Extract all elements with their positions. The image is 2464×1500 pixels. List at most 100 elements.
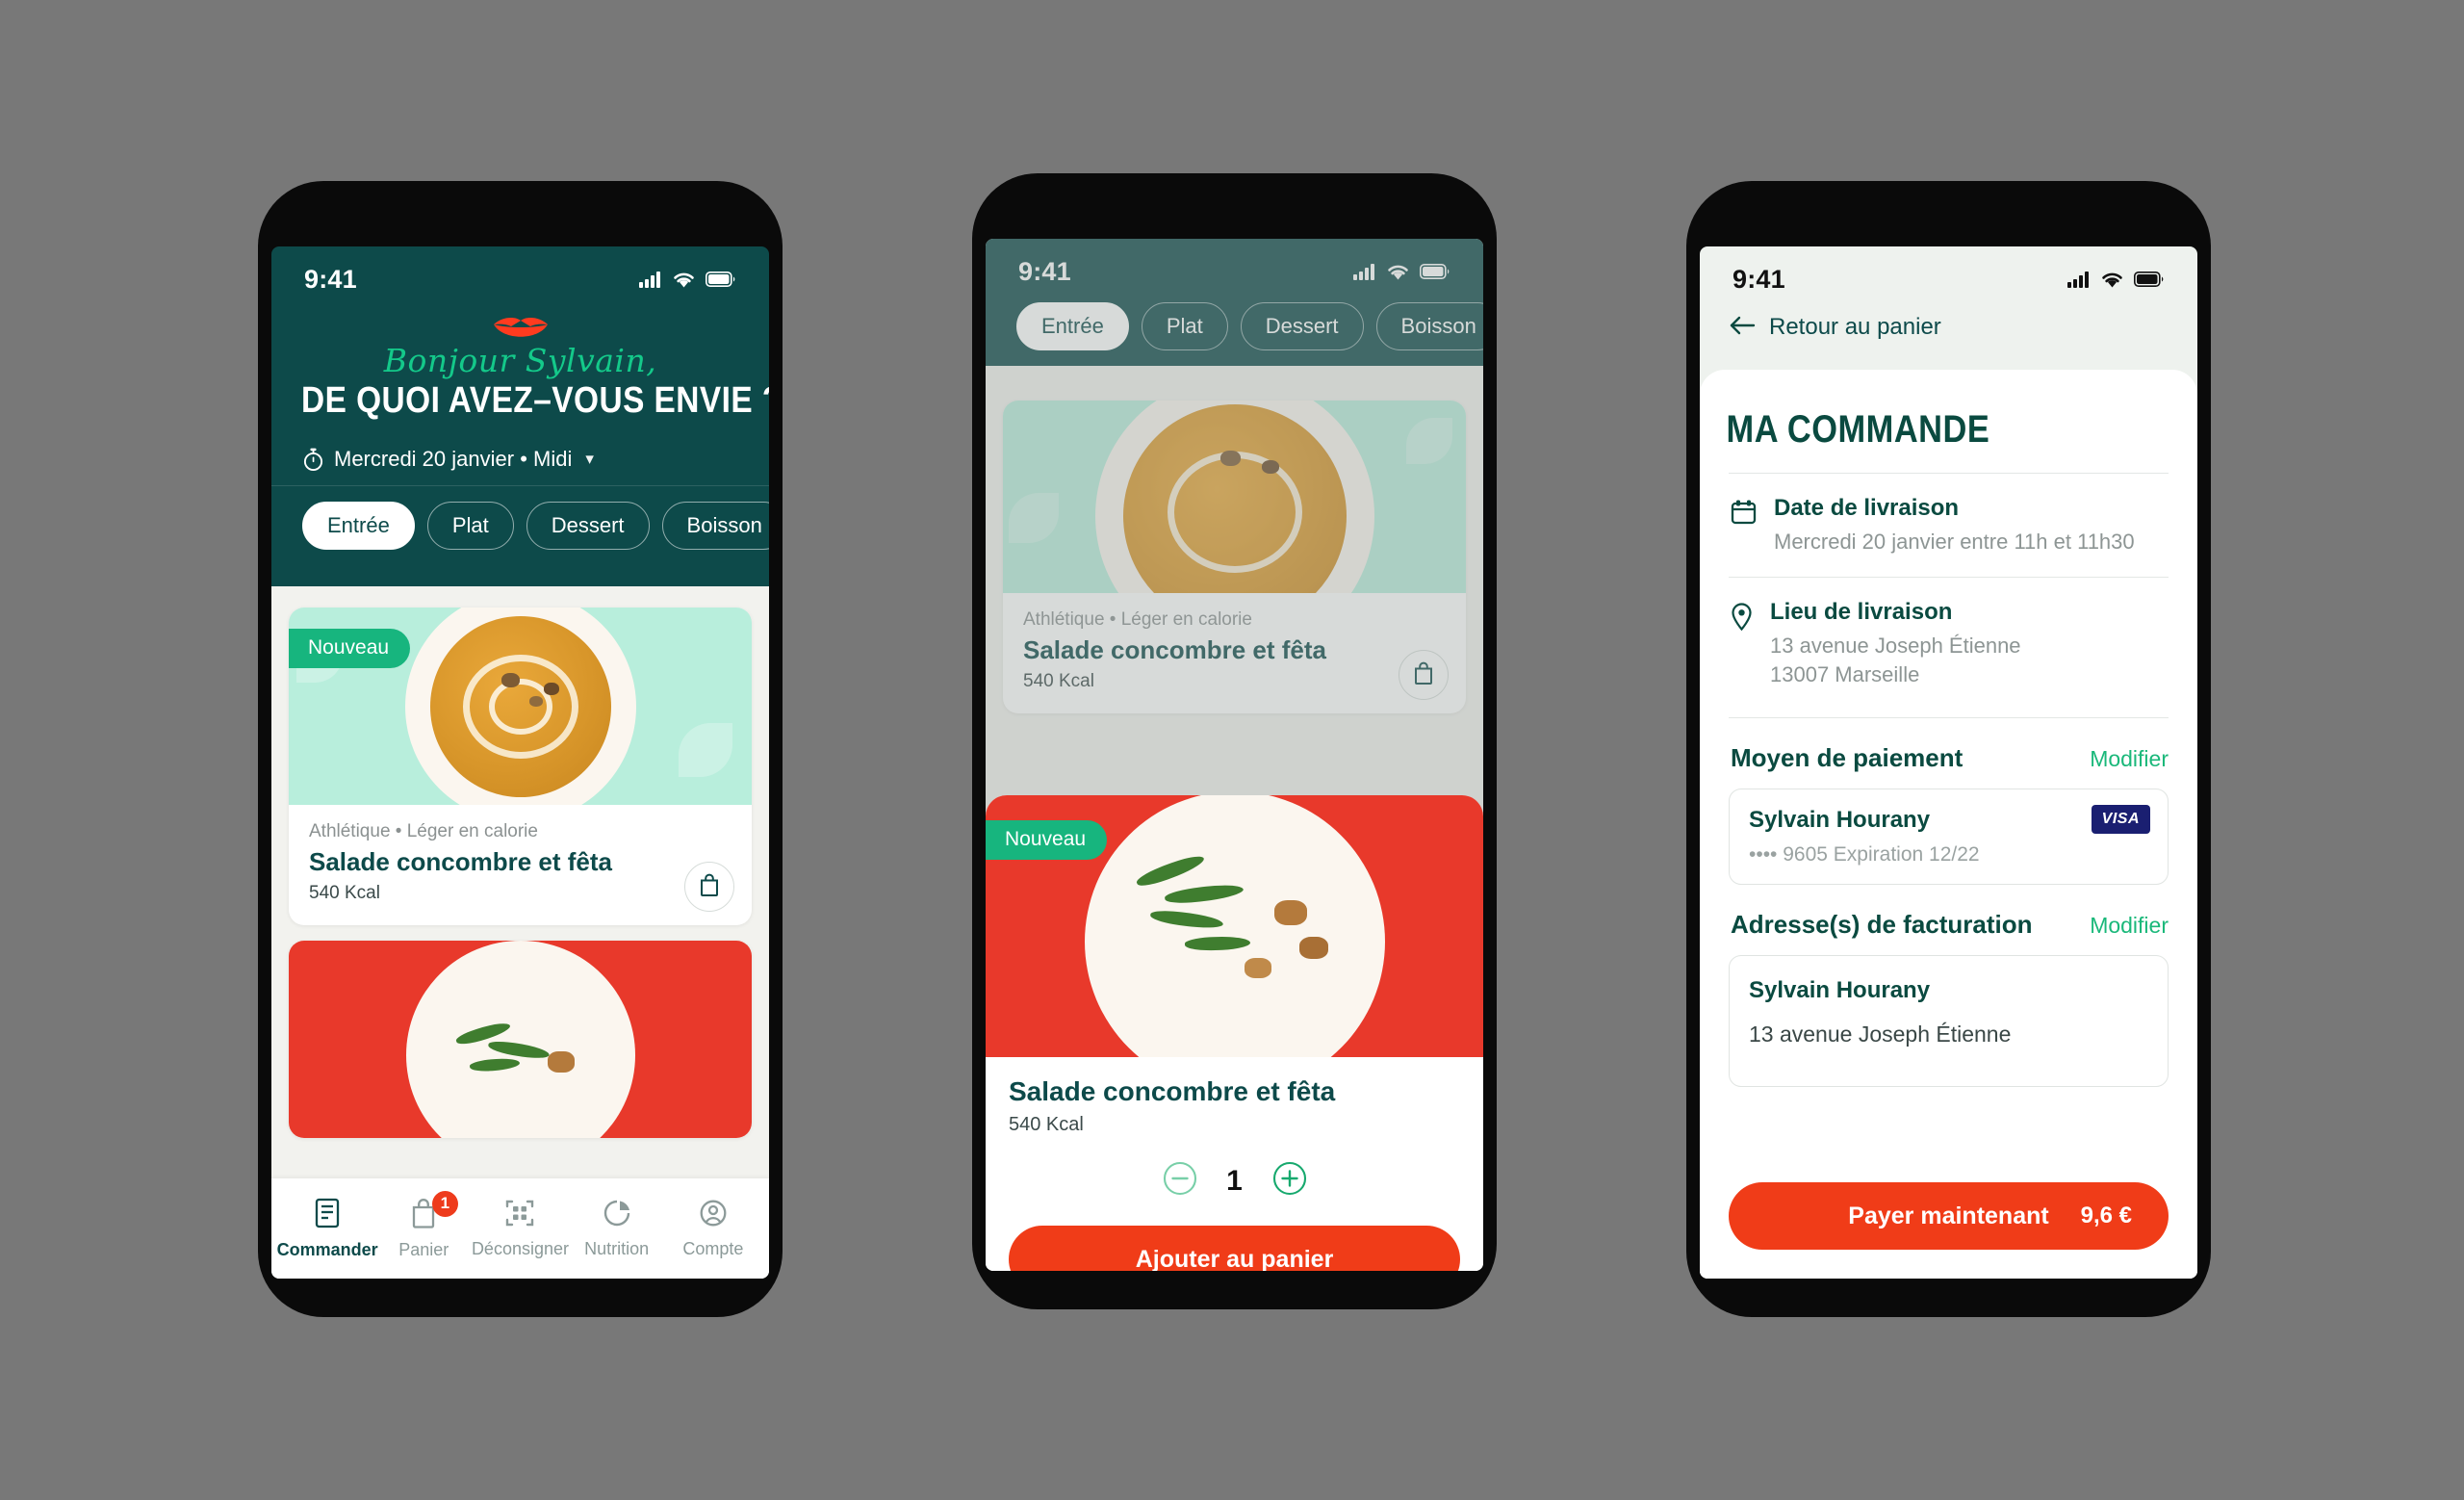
delivery-date-heading: Date de livraison	[1774, 495, 1960, 521]
payment-card[interactable]: Sylvain Hourany •••• 9605 Expiration 12/…	[1729, 788, 2169, 885]
quantity-stepper: 1	[1009, 1161, 1460, 1201]
dish-card-body: Athlétique • Léger en calorie Salade con…	[289, 805, 752, 925]
card-number-expiry: •••• 9605 Expiration 12/22	[1749, 842, 1980, 866]
nav-item-panier[interactable]: 1 Panier	[378, 1190, 470, 1260]
dish-card[interactable]	[289, 941, 752, 1138]
pay-bar: Payer maintenant 9,6 €	[1700, 1161, 2197, 1279]
status-bar: 9:41	[271, 246, 769, 302]
phone2-screen: 9:41 Entrée Plat Dessert Boisson C	[986, 239, 1483, 1271]
plus-circle-icon[interactable]	[1272, 1161, 1307, 1201]
dish-image-large: Nouveau	[986, 795, 1483, 1057]
nav-item-deconsigner[interactable]: Déconsigner	[471, 1199, 569, 1259]
date-selector[interactable]: Mercredi 20 janvier • Midi ▾	[271, 422, 769, 472]
new-badge: Nouveau	[289, 629, 411, 668]
phone-mockup-2: 9:41 Entrée Plat Dessert Boisson C	[972, 173, 1497, 1309]
user-circle-icon	[699, 1199, 728, 1232]
dish-feed: Nouveau Athlétique • Léger en calorie Sa…	[271, 586, 769, 1279]
status-icons	[2067, 271, 2165, 288]
dish-calories: 540 Kcal	[1009, 1114, 1084, 1135]
wifi-icon	[673, 272, 695, 288]
billing-heading: Adresse(s) de facturation	[1731, 909, 2033, 939]
nav-label: Déconsigner	[471, 1238, 569, 1258]
nav-label: Compte	[682, 1238, 744, 1258]
home-hero: Bonjour Sylvain, DE QUOI AVEZ–VOUS ENVIE…	[271, 316, 769, 586]
tab-plat[interactable]: Plat	[426, 502, 514, 550]
billing-address: 13 avenue Joseph Étienne	[1749, 1021, 2012, 1047]
qr-code-icon	[505, 1199, 534, 1232]
nav-item-nutrition[interactable]: Nutrition	[571, 1199, 662, 1259]
tab-dessert[interactable]: Dessert	[526, 502, 650, 550]
tab-boisson[interactable]: Boisson	[661, 502, 769, 550]
dish-detail-sheet: Nouveau Salade concombre et fêta 540 Kca…	[986, 795, 1483, 1271]
cellular-bars-icon	[2067, 271, 2091, 288]
card-holder-name: Sylvain Hourany	[1749, 806, 1931, 833]
add-to-cart-button[interactable]: Ajouter au panier	[1009, 1226, 1460, 1271]
map-pin-icon	[1731, 599, 1753, 688]
delivery-place-row: Lieu de livraison 13 avenue Joseph Étien…	[1729, 578, 2169, 688]
phone3-screen: 9:41 Retour au panier MA COMMANDE Date d…	[1700, 246, 2197, 1279]
dish-image: Nouveau	[289, 608, 752, 805]
category-tabs: Entrée Plat Dessert Boisson C	[271, 485, 769, 569]
delivery-place-value: 13 avenue Joseph Étienne 13007 Marseille	[1770, 634, 2021, 686]
back-label: Retour au panier	[1769, 314, 1941, 340]
payment-section-header: Moyen de paiement Modifier	[1729, 718, 2169, 773]
status-icons	[639, 271, 736, 288]
page-title: DE QUOI AVEZ–VOUS ENVIE ?	[301, 380, 769, 421]
screenshot-canvas: 9:41 Bonjour Sylvain, DE QUOI AVEZ–VOUS	[0, 0, 2464, 1500]
delivery-place-heading: Lieu de livraison	[1770, 599, 1953, 626]
status-time: 9:41	[304, 264, 357, 294]
visa-logo-icon: VISA	[2091, 804, 2150, 834]
lips-icon	[271, 316, 769, 343]
greeting-text: Bonjour Sylvain,	[383, 342, 657, 379]
pay-now-label: Payer maintenant	[1848, 1202, 2049, 1229]
billing-address-card[interactable]: Sylvain Hourany 13 avenue Joseph Étienne	[1729, 954, 2169, 1087]
dish-title: Salade concombre et fêta	[1009, 1076, 1336, 1106]
bottom-navigation: Commander 1 Panier Déconsigner Nutrition	[271, 1178, 769, 1279]
minus-circle-icon[interactable]	[1163, 1161, 1197, 1201]
battery-icon	[2134, 272, 2165, 287]
delivery-date-row: Date de livraison Mercredi 20 janvier en…	[1729, 474, 2169, 556]
edit-billing-link[interactable]: Modifier	[2090, 913, 2169, 939]
pay-now-button[interactable]: Payer maintenant 9,6 €	[1729, 1182, 2169, 1250]
date-value: Mercredi 20 janvier • Midi	[334, 447, 573, 471]
cellular-bars-icon	[639, 271, 662, 288]
quantity-value: 1	[1226, 1164, 1243, 1197]
dish-calories: 540 Kcal	[309, 883, 380, 903]
billing-section-header: Adresse(s) de facturation Modifier	[1729, 885, 2169, 940]
arrow-left-icon	[1729, 316, 1756, 340]
shopping-bag-icon	[699, 873, 720, 901]
tab-entree[interactable]: Entrée	[302, 502, 415, 550]
stopwatch-icon	[302, 448, 324, 472]
calendar-icon	[1731, 495, 1757, 556]
wifi-icon	[2101, 272, 2123, 288]
nav-label: Commander	[276, 1239, 378, 1259]
status-time: 9:41	[1732, 264, 1785, 294]
nav-item-compte[interactable]: Compte	[667, 1199, 758, 1259]
pie-chart-icon	[603, 1199, 631, 1232]
pay-amount: 9,6 €	[2080, 1203, 2132, 1228]
dish-image	[289, 941, 752, 1138]
dish-title: Salade concombre et fêta	[309, 847, 612, 876]
nav-label: Nutrition	[584, 1238, 650, 1258]
page-title: MA COMMANDE	[1726, 408, 1990, 451]
edit-payment-link[interactable]: Modifier	[2090, 746, 2169, 772]
payment-heading: Moyen de paiement	[1731, 742, 1964, 772]
add-to-cart-button[interactable]	[684, 862, 734, 912]
new-badge: Nouveau	[986, 820, 1108, 860]
dish-tag: Athlétique • Léger en calorie	[309, 821, 538, 841]
phone-mockup-1: 9:41 Bonjour Sylvain, DE QUOI AVEZ–VOUS	[258, 181, 783, 1317]
phone1-screen: 9:41 Bonjour Sylvain, DE QUOI AVEZ–VOUS	[271, 246, 769, 1279]
delivery-date-value: Mercredi 20 janvier entre 11h et 11h30	[1774, 530, 2135, 554]
battery-icon	[706, 272, 736, 287]
billing-name: Sylvain Hourany	[1749, 976, 1931, 1003]
chevron-down-icon: ▾	[585, 450, 594, 468]
delivery-section: Date de livraison Mercredi 20 janvier en…	[1700, 473, 2197, 1087]
cart-badge: 1	[431, 1190, 458, 1217]
phone-mockup-3: 9:41 Retour au panier MA COMMANDE Date d…	[1686, 181, 2211, 1317]
order-summary-sheet: MA COMMANDE Date de livraison Mercredi 2…	[1700, 370, 2197, 1279]
nav-label: Panier	[398, 1239, 449, 1259]
back-to-cart-button[interactable]: Retour au panier	[1700, 302, 2197, 362]
dish-card[interactable]: Nouveau Athlétique • Léger en calorie Sa…	[289, 608, 752, 925]
nav-item-commander[interactable]: Commander	[277, 1198, 378, 1260]
status-bar: 9:41	[1700, 246, 2197, 302]
